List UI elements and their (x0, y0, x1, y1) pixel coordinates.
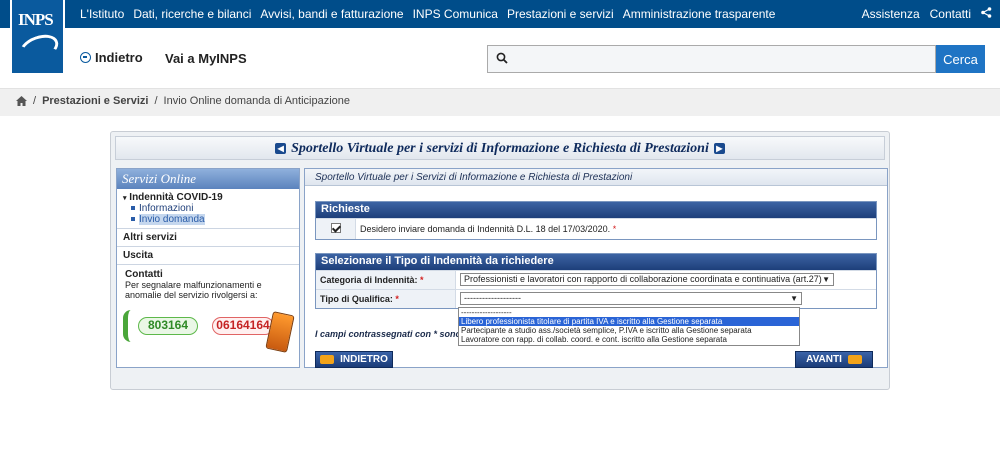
sidebar-item-altri-servizi[interactable]: Altri servizi (117, 229, 299, 247)
categoria-select[interactable]: Professionisti e lavoratori con rapporto… (460, 273, 834, 286)
chevron-down-icon: ▼ (790, 294, 798, 303)
contact-block: Contatti Per segnalare malfunzionamenti … (117, 265, 299, 304)
dropdown-option-highlighted[interactable]: Libero professionista titolare di partit… (459, 317, 799, 326)
phone-red: 06164164 (212, 317, 274, 335)
qualifica-select[interactable]: ------------------- ▼ (460, 292, 802, 305)
topnav-item[interactable]: Amministrazione trasparente (623, 7, 776, 21)
next-arrow-icon[interactable]: ▶ (713, 143, 725, 155)
contatti-link[interactable]: Contatti (930, 7, 971, 21)
topnav-item[interactable]: Dati, ricerche e bilanci (133, 7, 251, 21)
myinps-link[interactable]: Vai a MyINPS (165, 51, 247, 66)
topnav-item[interactable]: Avvisi, bandi e fatturazione (260, 7, 403, 21)
share-icon[interactable] (981, 7, 992, 21)
richiesta-text: Desidero inviare domanda di Indennità D.… (360, 224, 611, 234)
bullet-icon (131, 206, 135, 211)
home-icon[interactable] (16, 96, 27, 106)
sidebar-item-informazioni[interactable]: Informazioni (123, 203, 293, 214)
sidebar-group-title: Indennità COVID-19 (129, 192, 223, 203)
contact-text: Per segnalare malfunzionamenti e anomali… (125, 280, 262, 300)
logo-text: INPS (18, 10, 54, 29)
contact-title: Contatti (125, 269, 163, 280)
search-icon (496, 52, 508, 64)
sidebar-item-uscita[interactable]: Uscita (117, 247, 299, 265)
bullet-icon (131, 217, 135, 222)
phone-green: 803164 (138, 317, 198, 335)
prev-arrow-icon[interactable]: ◀ (275, 143, 287, 155)
next-button[interactable]: AVANTI (795, 351, 873, 368)
breadcrumb-current: Invio Online domanda di Anticipazione (163, 95, 351, 107)
top-right-nav: Assistenza Contatti (862, 7, 992, 21)
assistenza-link[interactable]: Assistenza (862, 7, 920, 21)
search-input[interactable] (487, 45, 936, 73)
green-phone-icon (123, 310, 137, 342)
sidebar: Servizi Online ▾ Indennità COVID-19 Info… (116, 168, 300, 368)
richieste-title: Richieste (316, 202, 876, 218)
dropdown-option[interactable]: ------------------- (459, 308, 799, 317)
phone-numbers: 803164 06164164 (123, 308, 295, 364)
breadcrumb-item[interactable]: Prestazioni e Servizi (42, 95, 148, 107)
back-link[interactable]: Indietro (80, 50, 143, 65)
chevron-down-icon: ▾ (123, 195, 127, 202)
tipo-indennita-box: Selezionare il Tipo di Indennità da rich… (315, 253, 877, 309)
top-nav: L'Istituto Dati, ricerche e bilanci Avvi… (80, 7, 784, 21)
content-header: Sportello Virtuale per i Servizi di Info… (305, 169, 887, 186)
panel-titlebar: ◀ Sportello Virtuale per i servizi di Inf… (115, 136, 885, 160)
dropdown-option[interactable]: Partecipante a studio ass./società sempl… (459, 326, 799, 335)
inps-logo[interactable]: INPS (10, 0, 65, 75)
sidebar-heading: Servizi Online (117, 169, 299, 189)
sidebar-item-invio-domanda[interactable]: Invio domanda (123, 214, 293, 225)
left-arrow-icon (320, 355, 335, 364)
richieste-box: Richieste Desidero inviare domanda di In… (315, 201, 877, 240)
right-arrow-icon (847, 355, 862, 364)
search-button[interactable]: Cerca (936, 45, 985, 73)
chevron-down-icon: ▼ (822, 275, 830, 284)
tipo-title: Selezionare il Tipo di Indennità da rich… (316, 254, 876, 270)
top-bar: L'Istituto Dati, ricerche e bilanci Avvi… (0, 0, 1000, 28)
panel-title: Sportello Virtuale per i servizi di Info… (291, 141, 709, 156)
back-arrow-icon (80, 52, 91, 63)
dropdown-option[interactable]: Lavoratore con rapp. di collab. coord. e… (459, 335, 799, 344)
topnav-item[interactable]: L'Istituto (80, 7, 124, 21)
categoria-label: Categoria di Indennità: (320, 275, 418, 285)
logo-swoosh-icon (16, 29, 62, 67)
qualifica-dropdown-list: ------------------- Libero professionist… (458, 307, 800, 346)
breadcrumb: / Prestazioni e Servizi / Invio Online d… (16, 95, 350, 107)
topnav-item[interactable]: INPS Comunica (413, 7, 498, 21)
topnav-item[interactable]: Prestazioni e servizi (507, 7, 614, 21)
back-link-label: Indietro (95, 50, 143, 65)
back-button[interactable]: INDIETRO (315, 351, 393, 368)
service-panel: ◀ Sportello Virtuale per i servizi di Inf… (110, 131, 890, 390)
richiesta-checkbox[interactable] (330, 223, 341, 233)
sidebar-group-covid: ▾ Indennità COVID-19 Informazioni Invio … (117, 189, 299, 229)
qualifica-label: Tipo di Qualifica: (320, 294, 393, 304)
